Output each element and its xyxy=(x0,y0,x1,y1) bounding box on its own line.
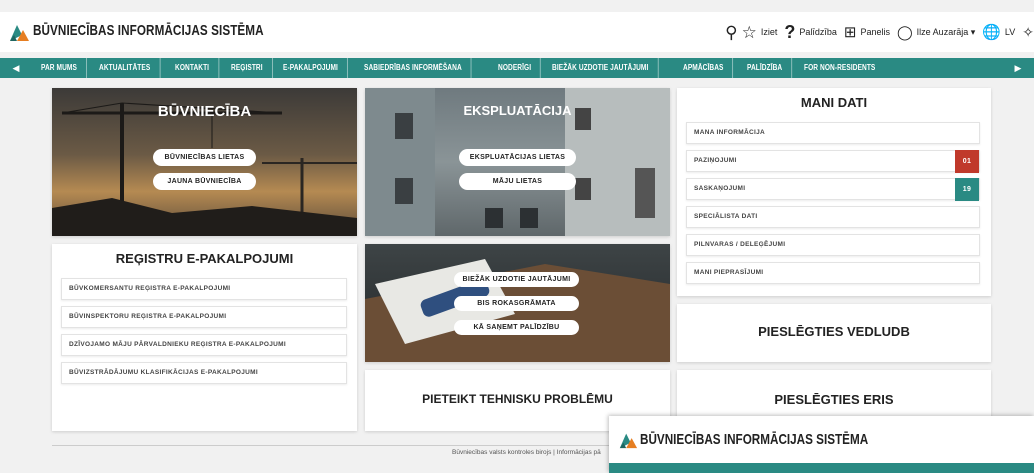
nav-item[interactable]: BIEŽĀK UZDOTIE JAUTĀJUMI xyxy=(543,58,659,78)
mana-informacija-link[interactable]: MANA INFORMĀCIJA xyxy=(686,122,980,144)
ekspluatacija-title: EKSPLUATĀCIJA xyxy=(463,103,572,118)
bis-logo-icon[interactable] xyxy=(8,21,30,43)
list-item-label: MANA INFORMĀCIJA xyxy=(694,129,765,136)
globe-icon[interactable]: 🌐 xyxy=(982,25,1001,40)
user-menu[interactable]: Ilze Auzarāja ▾ xyxy=(917,27,976,38)
tech-problem-label: PIETEIKT TEHNISKU PROBLĒMU xyxy=(422,392,613,406)
bis-rokasgramata-button[interactable]: BIS ROKASGRĀMATA xyxy=(454,296,579,311)
ekspluatacijas-lietas-button[interactable]: EKSPLUATĀCIJAS LIETAS xyxy=(459,149,576,166)
list-item-label: BŪVKOMERSANTU REĢISTRA E-PAKALPOJUMI xyxy=(69,285,231,292)
saskanojumi-link[interactable]: SASKAŅOJUMI 19 xyxy=(686,178,980,201)
registri-card: REĢISTRU E-PAKALPOJUMI BŪVKOMERSANTU REĢ… xyxy=(52,244,357,431)
star-icon[interactable]: ☆ xyxy=(742,24,757,41)
exit-link[interactable]: Iziet xyxy=(761,27,778,37)
list-item-label: SASKAŅOJUMI xyxy=(694,185,746,192)
jauna-buvnieciba-button[interactable]: JAUNA BŪVNIECĪBA xyxy=(153,173,256,190)
eris-label: PIESLĒGTIES ERIS xyxy=(774,392,894,407)
mani-pieprasijumi-link[interactable]: MANI PIEPRASĪJUMI xyxy=(686,262,980,284)
language-selector[interactable]: LV xyxy=(1005,27,1015,37)
specialista-dati-link[interactable]: SPECIĀLISTA DATI xyxy=(686,206,980,228)
maju-lietas-button[interactable]: MĀJU LIETAS xyxy=(459,173,576,190)
main-navigation: ◀ PAR MUMS AKTUALITĀTES KONTAKTI REĢISTRI E-… xyxy=(0,58,1034,78)
buvnieciba-card: BŪVNIECĪBA BŪVNIECĪBAS LIETAS JAUNA BŪVN… xyxy=(52,88,357,236)
nav-item[interactable]: PALĪDZĪBA xyxy=(738,58,792,78)
dzivojamo-maju-link[interactable]: DZĪVOJAMO MĀJU PĀRVALDNIEKU REĢISTRA E-P… xyxy=(61,334,347,356)
list-item-label: BŪVIZSTRĀDĀJUMU KLASIFIKĀCIJAS E-PAKALPO… xyxy=(69,369,258,376)
nav-items: PAR MUMS AKTUALITĀTES KONTAKTI REĢISTRI E-PA… xyxy=(32,58,1002,78)
biezak-uzdotie-button[interactable]: BIEŽĀK UZDOTIE JAUTĀJUMI xyxy=(454,272,579,287)
overlay-nav-strip xyxy=(609,463,1034,473)
pazinojumi-link[interactable]: PAZIŅOJUMI 01 xyxy=(686,150,980,173)
saskanojumi-count-badge: 19 xyxy=(955,178,979,201)
footer-text: Būvniecības valsts kontroles birojs | In… xyxy=(452,449,601,456)
list-item-label: MANI PIEPRASĪJUMI xyxy=(694,269,764,276)
list-item-label: PAZIŅOJUMI xyxy=(694,157,737,164)
mani-dati-card: MANI DATI MANA INFORMĀCIJA PAZIŅOJUMI 01 … xyxy=(677,88,991,296)
mani-dati-title: MANI DATI xyxy=(800,95,868,110)
buvizstradajumu-link[interactable]: BŪVIZSTRĀDĀJUMU KLASIFIKĀCIJAS E-PAKALPO… xyxy=(61,362,347,384)
list-item-label: BŪVINSPEKTORU REĢISTRA E-PAKALPOJUMI xyxy=(69,313,227,320)
overlay-brand-title: BŪVNIECĪBAS INFORMĀCIJAS SISTĒMA xyxy=(640,431,869,448)
nav-item[interactable]: NODERĪGI xyxy=(489,58,541,78)
buvniecibas-lietas-button[interactable]: BŪVNIECĪBAS LIETAS xyxy=(153,149,256,166)
nav-scroll-right-icon[interactable]: ▶ xyxy=(1002,63,1034,74)
ka-sanemt-palidzibu-button[interactable]: KĀ SAŅEMT PALĪDZĪBU xyxy=(454,320,579,335)
list-item-label: PILNVARAS / DELEĢĒJUMI xyxy=(694,241,786,248)
bis-logo-icon xyxy=(619,433,638,449)
header-bar: BŪVNIECĪBAS INFORMĀCIJAS SISTĒMA ⚲ ☆ Izi… xyxy=(0,12,1034,52)
nav-scroll-left-icon[interactable]: ◀ xyxy=(0,63,32,74)
help-link[interactable]: Palīdzība xyxy=(799,27,837,37)
collapse-icon[interactable]: ✧ xyxy=(1022,25,1034,39)
vedludb-label: PIESLĒGTIES VEDLUDB xyxy=(758,324,910,339)
ekspluatacija-card: EKSPLUATĀCIJA EKSPLUATĀCIJAS LIETAS MĀJU… xyxy=(365,88,670,236)
pilnvaras-link[interactable]: PILNVARAS / DELEĢĒJUMI xyxy=(686,234,980,256)
nav-item[interactable]: FOR NON-RESIDENTS xyxy=(795,58,884,78)
header-tools: ⚲ ☆ Iziet ? Palīdzība ⊞ Panelis ◯ Ilze A… xyxy=(725,12,1034,52)
nav-item[interactable]: PAR MUMS xyxy=(32,58,87,78)
help-card: BIEŽĀK UZDOTIE JAUTĀJUMI BIS ROKASGRĀMAT… xyxy=(365,244,670,362)
overlay-window-preview[interactable]: BŪVNIECĪBAS INFORMĀCIJAS SISTĒMA xyxy=(609,416,1034,473)
list-item-label: SPECIĀLISTA DATI xyxy=(694,213,758,220)
nav-item[interactable]: SABIEDRĪBAS INFORMĒŠANA xyxy=(355,58,472,78)
buvinspektoru-link[interactable]: BŪVINSPEKTORU REĢISTRA E-PAKALPOJUMI xyxy=(61,306,347,328)
list-item-label: DZĪVOJAMO MĀJU PĀRVALDNIEKU REĢISTRA E-P… xyxy=(69,341,286,348)
search-icon[interactable]: ⚲ xyxy=(725,24,737,41)
registri-title: REĢISTRU E-PAKALPOJUMI xyxy=(115,251,294,266)
panel-grid-icon[interactable]: ⊞ xyxy=(844,25,857,40)
nav-item[interactable]: REĢISTRI xyxy=(222,58,273,78)
nav-item[interactable]: AKTUALITĀTES xyxy=(90,58,160,78)
panel-link[interactable]: Panelis xyxy=(860,27,890,37)
help-icon[interactable]: ? xyxy=(784,23,795,41)
nav-item[interactable]: APMĀCĪBAS xyxy=(674,58,734,78)
buvkomersantu-link[interactable]: BŪVKOMERSANTU REĢISTRA E-PAKALPOJUMI xyxy=(61,278,347,300)
buvnieciba-title: BŪVNIECĪBA xyxy=(157,103,252,120)
nav-item[interactable]: E-PAKALPOJUMI xyxy=(274,58,349,78)
nav-item[interactable]: KONTAKTI xyxy=(166,58,220,78)
brand-title[interactable]: BŪVNIECĪBAS INFORMĀCIJAS SISTĒMA xyxy=(33,22,264,39)
vedludb-tile[interactable]: PIESLĒGTIES VEDLUDB xyxy=(677,304,991,362)
user-icon[interactable]: ◯ xyxy=(897,25,913,39)
pazinojumi-count-badge: 01 xyxy=(955,150,979,173)
